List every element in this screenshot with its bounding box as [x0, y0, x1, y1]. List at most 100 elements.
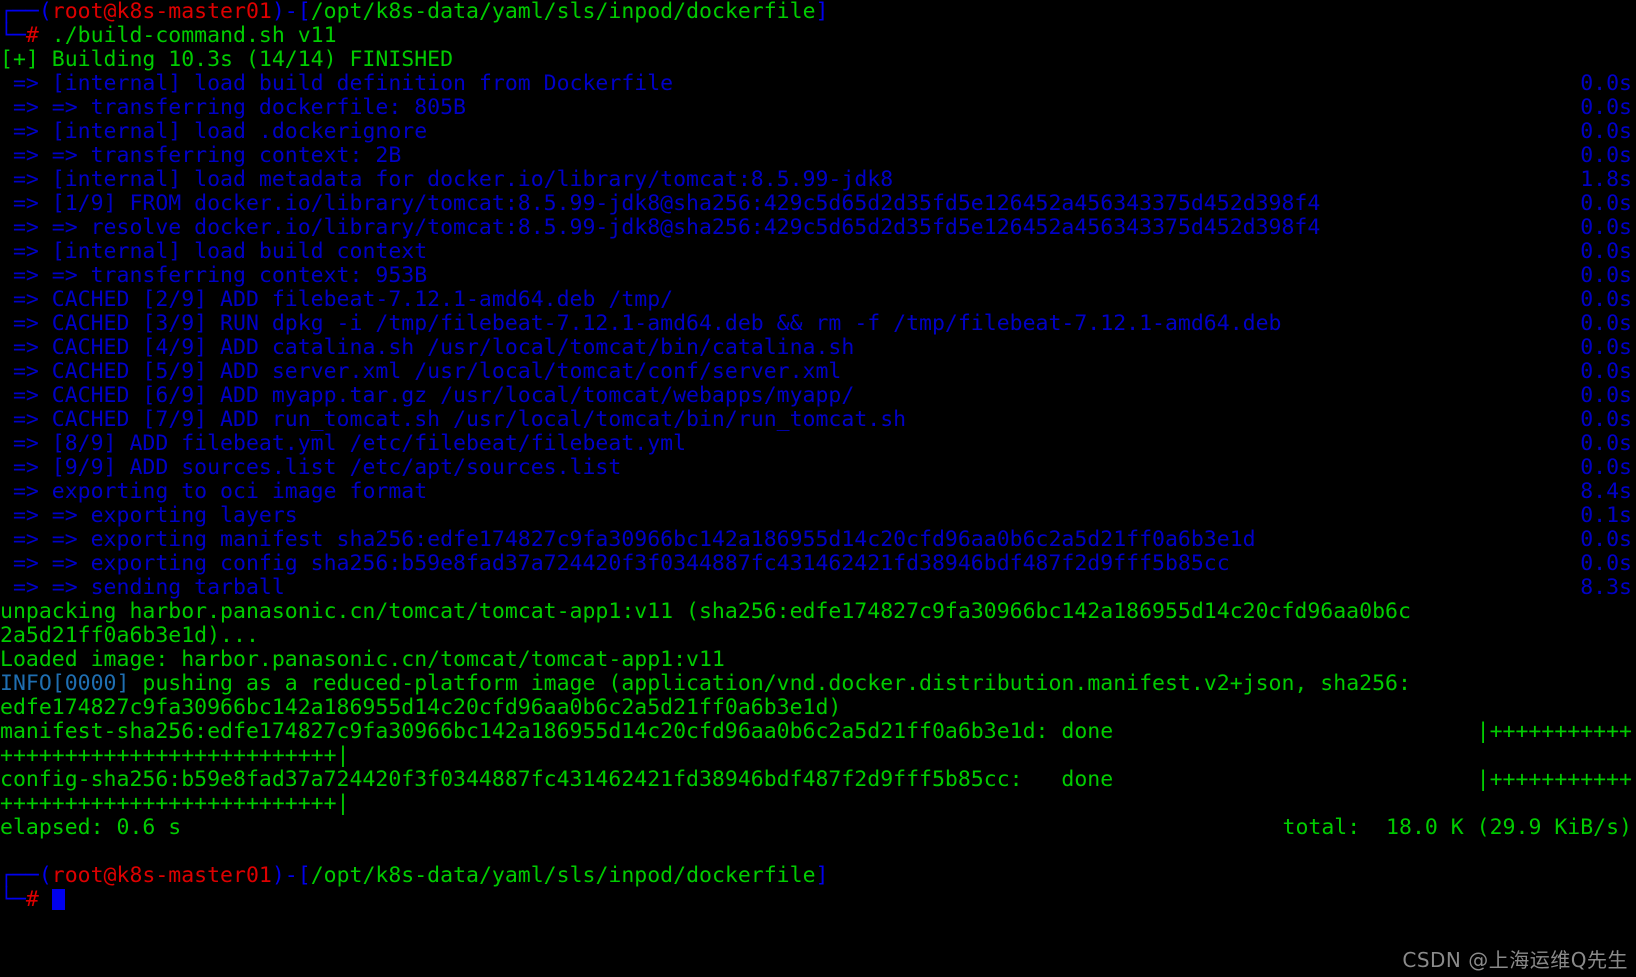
build-step-row: => CACHED [6/9] ADD myapp.tar.gz /usr/lo…	[0, 384, 1636, 408]
build-step-duration: 0.0s	[1580, 383, 1632, 408]
build-step-arrow: =>	[0, 431, 52, 456]
build-step-arrow: =>	[0, 479, 52, 504]
build-step-text: CACHED [7/9] ADD run_tomcat.sh /usr/loca…	[51, 407, 907, 432]
build-step-duration: 0.0s	[1580, 95, 1632, 120]
watermark: CSDN @上海运维Q先生	[1402, 948, 1628, 972]
build-step-text: [8/9] ADD filebeat.yml /etc/filebeat/fil…	[51, 431, 687, 456]
final-prompt-corner-bottom: └─	[0, 887, 26, 912]
build-step-duration: 0.0s	[1580, 191, 1632, 216]
build-step-duration: 0.0s	[1580, 455, 1632, 480]
build-step-arrow: =>	[0, 191, 52, 216]
output-log: unpacking harbor.panasonic.cn/tomcat/tom…	[0, 600, 1636, 840]
build-step-row: => exporting to oci image format 8.4s	[0, 480, 1636, 504]
build-step-arrow: => =>	[0, 527, 91, 552]
build-step-duration: 0.0s	[1580, 407, 1632, 432]
build-step-row: => CACHED [7/9] ADD run_tomcat.sh /usr/l…	[0, 408, 1636, 432]
build-header: [+] Building 10.3s (14/14) FINISHED	[0, 48, 1636, 72]
build-step-row: => => transferring dockerfile: 805B 0.0s	[0, 96, 1636, 120]
build-step-row: => => sending tarball 8.3s	[0, 576, 1636, 600]
info-sha-continuation: edfe174827c9fa30966bc142a186955d14c20cfd…	[0, 695, 842, 720]
build-step-duration: 0.0s	[1580, 359, 1632, 384]
build-step-text: [internal] load .dockerignore	[51, 119, 428, 144]
unpacking-line-1: unpacking harbor.panasonic.cn/tomcat/tom…	[0, 600, 1636, 624]
build-step-row: => => exporting layers 0.1s	[0, 504, 1636, 528]
manifest-progress-wrap: ++++++++++++++++++++++++++|	[0, 744, 1636, 768]
build-step-duration: 0.0s	[1580, 239, 1632, 264]
build-step-duration: 0.0s	[1580, 215, 1632, 240]
prompt-line-final-input[interactable]: └─#	[0, 888, 1636, 912]
build-step-duration: 8.3s	[1580, 575, 1632, 600]
final-prompt-path: /opt/k8s-data/yaml/sls/inpod/dockerfile	[310, 863, 816, 888]
build-step-text: CACHED [2/9] ADD filebeat-7.12.1-amd64.d…	[51, 287, 674, 312]
build-step-row: => [internal] load .dockerignore 0.0s	[0, 120, 1636, 144]
text-cursor[interactable]	[51, 889, 65, 910]
loaded-image-text: Loaded image: harbor.panasonic.cn/tomcat…	[0, 647, 725, 672]
build-step-row: => [9/9] ADD sources.list /etc/apt/sourc…	[0, 456, 1636, 480]
info-body: pushing as a reduced-platform image (app…	[129, 671, 1411, 696]
build-step-text: [1/9] FROM docker.io/library/tomcat:8.5.…	[51, 191, 1321, 216]
build-step-duration: 0.0s	[1580, 263, 1632, 288]
build-step-arrow: =>	[0, 455, 52, 480]
build-step-arrow: =>	[0, 239, 52, 264]
build-step-duration: 0.0s	[1580, 311, 1632, 336]
build-step-row: => => resolve docker.io/library/tomcat:8…	[0, 216, 1636, 240]
build-step-arrow: => =>	[0, 503, 91, 528]
build-step-text: [internal] load build context	[51, 239, 428, 264]
config-status-text: config-sha256:b59e8fad37a724420f3f034488…	[0, 767, 1114, 792]
terminal-window[interactable]: ┌──(root@k8s-master01)-[/opt/k8s-data/ya…	[0, 0, 1636, 977]
build-header-text: [+] Building 10.3s (14/14) FINISHED	[0, 47, 454, 72]
build-step-duration: 0.0s	[1580, 431, 1632, 456]
build-step-text: CACHED [4/9] ADD catalina.sh /usr/local/…	[51, 335, 855, 360]
build-step-text: [9/9] ADD sources.list /etc/apt/sources.…	[51, 455, 622, 480]
build-step-arrow: => =>	[0, 215, 91, 240]
prompt-user-host: root@k8s-master01	[51, 0, 272, 24]
loaded-image-line: Loaded image: harbor.panasonic.cn/tomcat…	[0, 648, 1636, 672]
build-step-row: => => exporting config sha256:b59e8fad37…	[0, 552, 1636, 576]
build-step-arrow: => =>	[0, 575, 91, 600]
build-step-text: [internal] load metadata for docker.io/l…	[51, 167, 894, 192]
build-step-text: CACHED [5/9] ADD server.xml /usr/local/t…	[51, 359, 842, 384]
elapsed-total-line: elapsed: 0.6 s total: 18.0 K (29.9 KiB/s)	[0, 816, 1636, 840]
build-step-row: => => transferring context: 2B 0.0s	[0, 144, 1636, 168]
build-step-duration: 0.0s	[1580, 335, 1632, 360]
prompt-path: /opt/k8s-data/yaml/sls/inpod/dockerfile	[310, 0, 816, 24]
command-typed: ./build-command.sh v11	[51, 23, 337, 48]
build-step-row: => CACHED [5/9] ADD server.xml /usr/loca…	[0, 360, 1636, 384]
elapsed-text: elapsed: 0.6 s	[0, 815, 182, 840]
build-step-arrow: =>	[0, 383, 52, 408]
manifest-status-text: manifest-sha256:edfe174827c9fa30966bc142…	[0, 719, 1114, 744]
build-step-arrow: =>	[0, 119, 52, 144]
build-steps-list: => [internal] load build definition from…	[0, 72, 1636, 600]
prompt-corner-top: ┌──(	[0, 0, 52, 24]
final-prompt-bracket-mid: )-[	[271, 863, 311, 888]
build-step-duration: 0.1s	[1580, 503, 1632, 528]
build-step-arrow: => =>	[0, 263, 91, 288]
command-text	[39, 23, 52, 48]
build-step-text: CACHED [6/9] ADD myapp.tar.gz /usr/local…	[51, 383, 855, 408]
prompt-line-top: ┌──(root@k8s-master01)-[/opt/k8s-data/ya…	[0, 0, 1636, 24]
build-step-text: exporting config sha256:b59e8fad37a72442…	[90, 551, 1230, 576]
command-line: └─# ./build-command.sh v11	[0, 24, 1636, 48]
total-text: total: 18.0 K (29.9 KiB/s)	[1282, 815, 1633, 840]
build-step-duration: 0.0s	[1580, 71, 1632, 96]
build-step-arrow: =>	[0, 71, 52, 96]
build-step-duration: 0.0s	[1580, 527, 1632, 552]
build-step-duration: 0.0s	[1580, 287, 1632, 312]
info-prefix: INFO[0000]	[0, 671, 130, 696]
build-step-duration: 0.0s	[1580, 119, 1632, 144]
build-step-text: CACHED [3/9] RUN dpkg -i /tmp/filebeat-7…	[51, 311, 1282, 336]
final-prompt-user-host: root@k8s-master01	[51, 863, 272, 888]
final-prompt-bracket-close: ]	[815, 863, 829, 888]
build-step-text: transferring context: 953B	[90, 263, 428, 288]
build-step-arrow: =>	[0, 335, 52, 360]
manifest-progress-bar-wrap: ++++++++++++++++++++++++++|	[0, 743, 350, 768]
build-step-arrow: =>	[0, 359, 52, 384]
unpacking-text-2: 2a5d21ff0a6b3e1d)...	[0, 623, 259, 648]
build-step-row: => => transferring context: 953B 0.0s	[0, 264, 1636, 288]
prompt-bracket-mid: )-[	[271, 0, 311, 24]
build-step-row: => [1/9] FROM docker.io/library/tomcat:8…	[0, 192, 1636, 216]
prompt-line-final-top: ┌──(root@k8s-master01)-[/opt/k8s-data/ya…	[0, 864, 1636, 888]
prompt-corner-bottom: └─	[0, 23, 26, 48]
info-line-2: edfe174827c9fa30966bc142a186955d14c20cfd…	[0, 696, 1636, 720]
manifest-progress-bar: |+++++++++++	[1476, 719, 1632, 744]
